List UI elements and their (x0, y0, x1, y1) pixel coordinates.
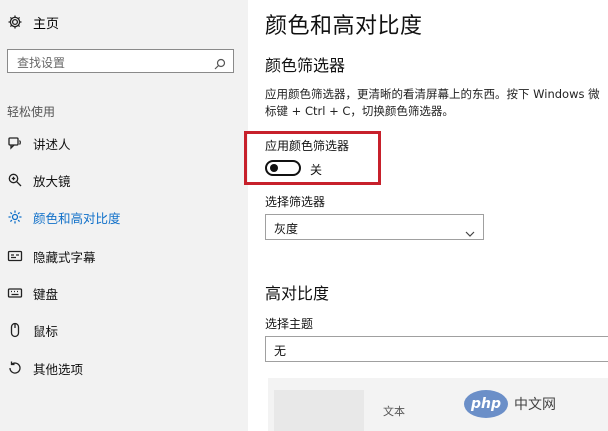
preview-text: 文本 (383, 405, 405, 418)
magnifier-icon (7, 172, 23, 188)
color-filter-description: 应用颜色筛选器，更清晰的看清屏幕上的东西。按下 Windows 微标键 + Ct… (265, 87, 600, 118)
gear-icon (7, 14, 23, 30)
sidebar-item-color-contrast[interactable]: 颜色和高对比度 (7, 207, 121, 227)
home-nav-item[interactable]: 主页 (7, 12, 59, 32)
filter-select-dropdown[interactable]: 灰度 (265, 214, 484, 240)
watermark-text: 中文网 (514, 397, 556, 413)
sidebar-item-label: 放大镜 (33, 173, 71, 189)
sidebar-item-label: 颜色和高对比度 (33, 210, 121, 226)
filter-select-value: 灰度 (274, 222, 299, 236)
sidebar-item-label: 键盘 (33, 286, 59, 302)
narrator-icon (7, 135, 23, 151)
theme-select-dropdown[interactable]: 无 (265, 336, 608, 362)
color-contrast-icon (7, 209, 23, 225)
sidebar-item-keyboard[interactable]: 键盘 (7, 283, 58, 303)
page-title: 颜色和高对比度 (265, 14, 423, 39)
keyboard-icon (7, 285, 23, 301)
sidebar-item-mouse[interactable]: 鼠标 (7, 320, 58, 340)
sidebar-item-label: 讲述人 (33, 136, 71, 152)
color-filter-heading: 颜色筛选器 (265, 56, 346, 75)
sidebar-item-magnifier[interactable]: 放大镜 (7, 170, 71, 190)
filter-select-label: 选择筛选器 (265, 195, 326, 209)
chevron-down-icon (465, 223, 475, 237)
other-options-icon (7, 360, 23, 376)
sidebar-item-other-options[interactable]: 其他选项 (7, 358, 83, 378)
closed-caption-icon (7, 248, 23, 264)
settings-sidebar: 主页 查找设置 轻松使用 讲述人 放大镜 颜色和高对比度 隐藏式字幕 键盘 鼠标… (0, 0, 248, 431)
php-logo: php (464, 390, 508, 418)
search-placeholder: 查找设置 (17, 56, 66, 70)
watermark: php 中文网 (464, 390, 556, 418)
mouse-icon (7, 322, 23, 338)
sidebar-item-label: 其他选项 (33, 361, 84, 377)
preview-swatch (274, 390, 364, 431)
home-label: 主页 (33, 16, 60, 32)
settings-search-input[interactable]: 查找设置 (7, 49, 234, 73)
highlight-box (244, 131, 381, 185)
search-icon[interactable] (214, 55, 226, 70)
theme-select-value: 无 (274, 344, 287, 358)
sidebar-item-label: 鼠标 (33, 323, 59, 339)
sidebar-item-narrator[interactable]: 讲述人 (7, 133, 71, 153)
theme-select-label: 选择主题 (265, 317, 314, 331)
sidebar-section-label: 轻松使用 (7, 105, 56, 119)
sidebar-item-label: 隐藏式字幕 (33, 249, 96, 265)
high-contrast-heading: 高对比度 (265, 284, 330, 303)
theme-preview: 文本 (268, 378, 608, 431)
settings-content: 颜色和高对比度 颜色筛选器 应用颜色筛选器，更清晰的看清屏幕上的东西。按下 Wi… (248, 0, 608, 431)
sidebar-item-closed-captions[interactable]: 隐藏式字幕 (7, 246, 96, 266)
